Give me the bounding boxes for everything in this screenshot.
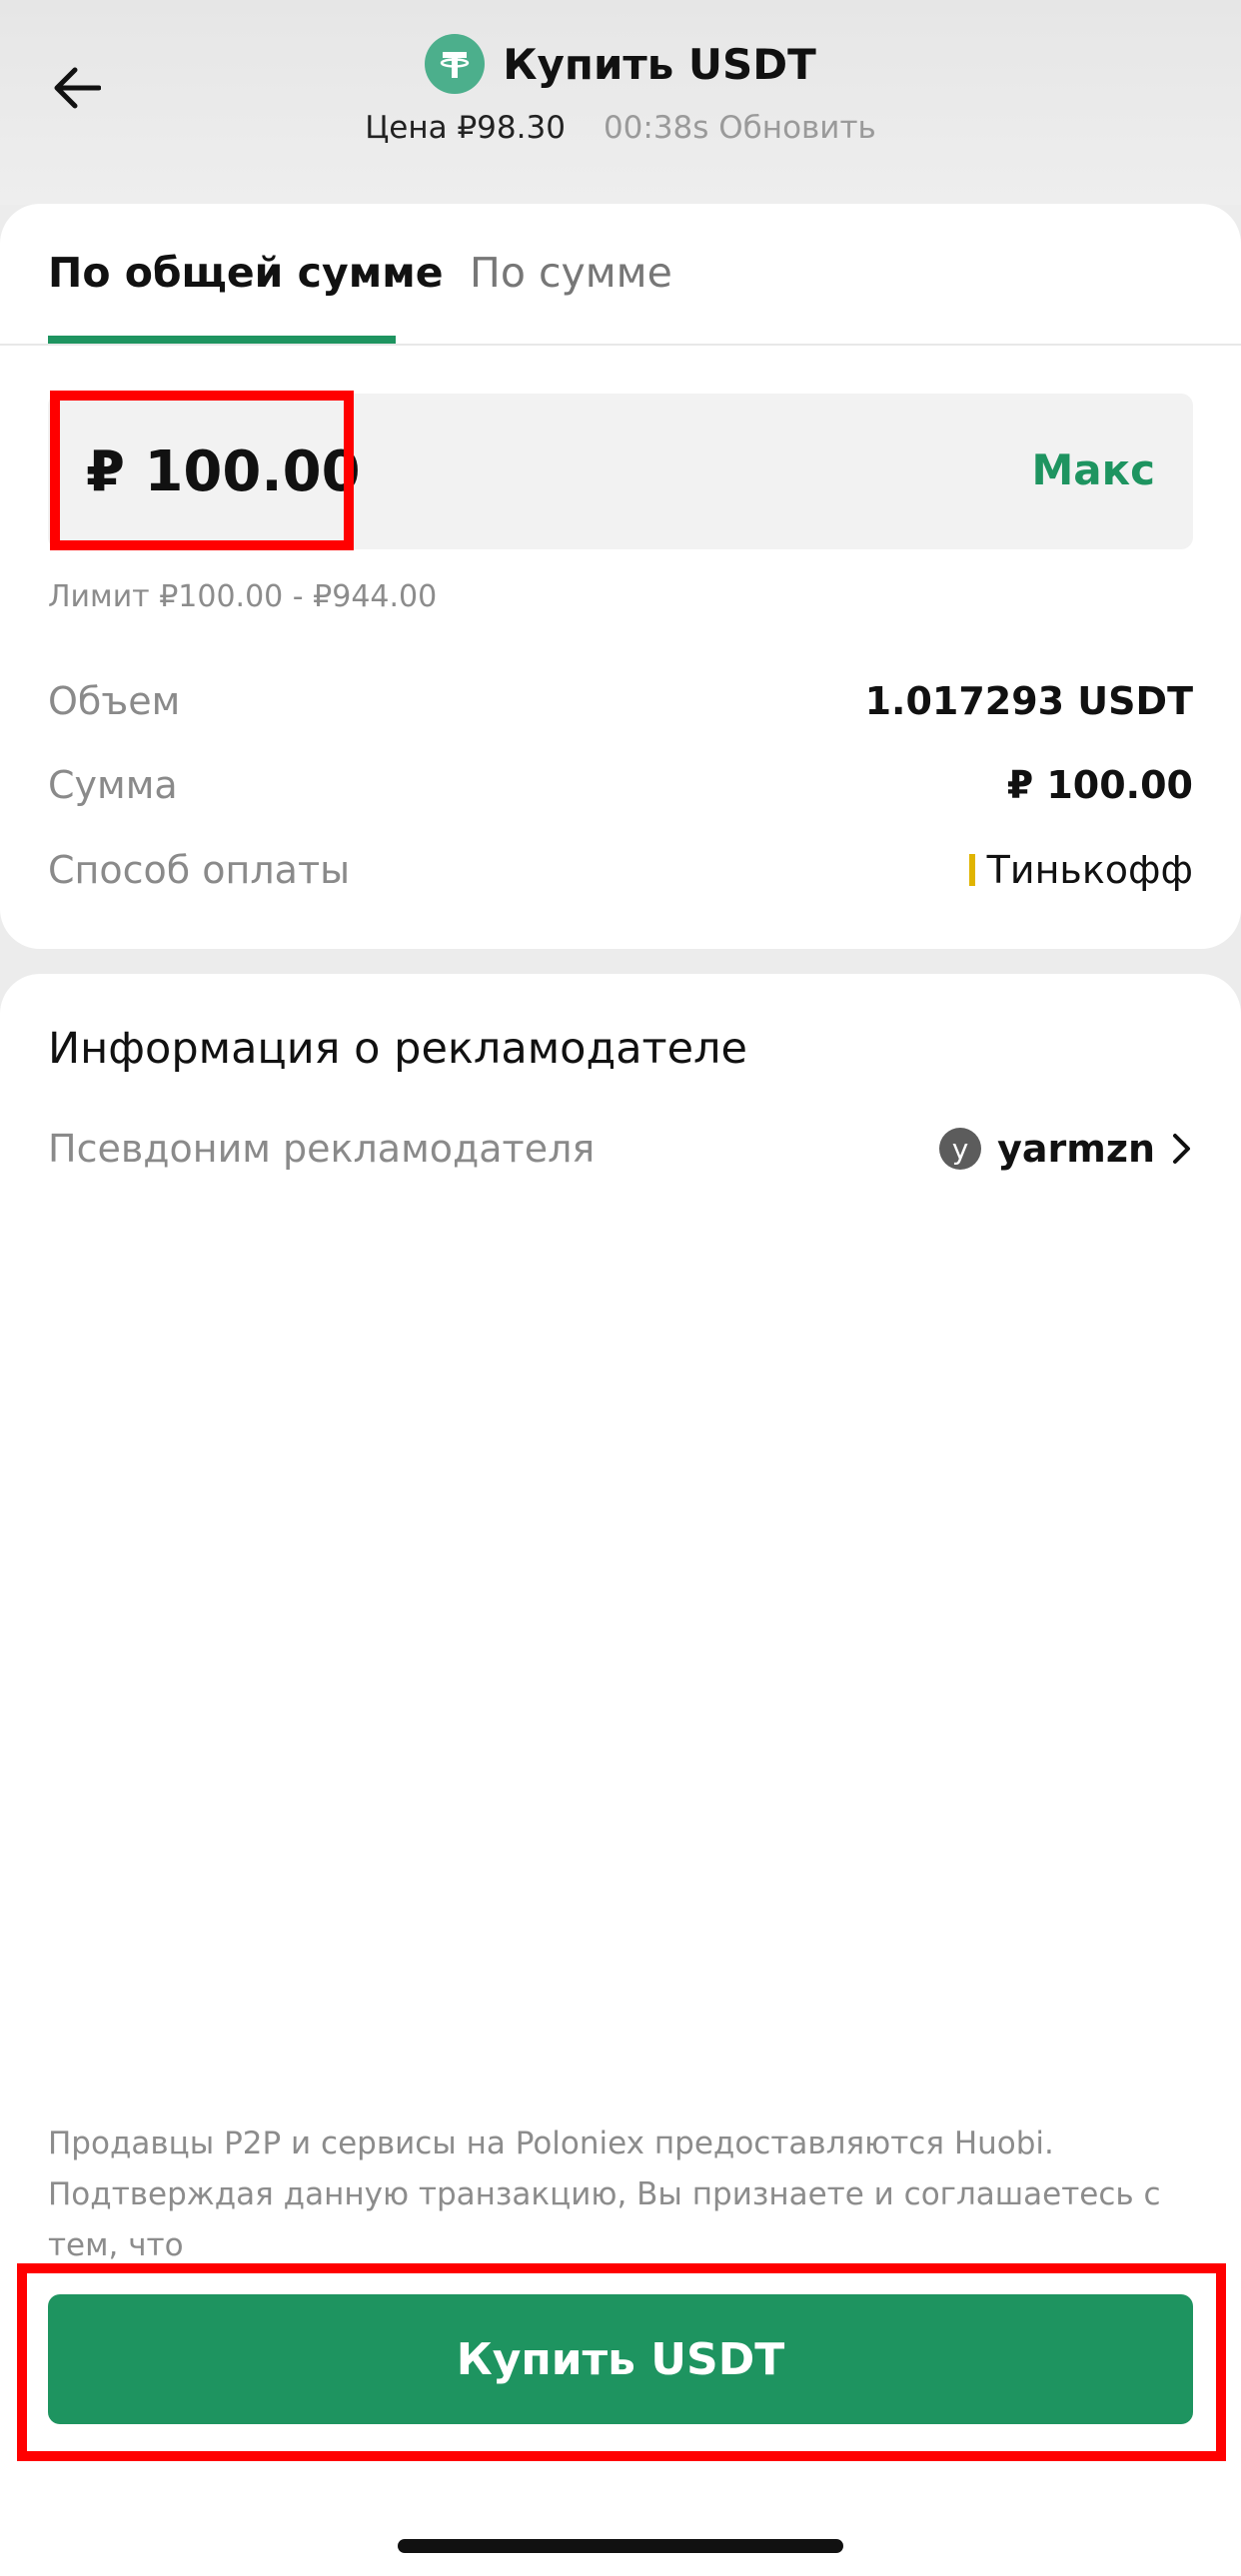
price-row: Цена ₽98.30 00:38s Обновить (0, 110, 1241, 146)
refresh-timer[interactable]: 00:38s Обновить (604, 110, 876, 146)
advertiser-nickname: yarmzn (997, 1127, 1155, 1171)
payment-label: Способ оплаты (48, 848, 351, 892)
payment-method: Тинькофф (968, 848, 1193, 892)
advertiser-section-title: Информация о рекламодателе (48, 1024, 747, 1074)
price-text: Цена ₽98.30 (365, 110, 566, 146)
avatar: y (939, 1128, 982, 1170)
volume-value: 1.017293 USDT (864, 679, 1193, 723)
page-title: Купить USDT (503, 39, 816, 89)
tab-bar: По общей сумме По сумме (0, 204, 1241, 346)
payment-value: Тинькофф (986, 848, 1193, 892)
payment-row: Способ оплаты Тинькофф (48, 848, 1193, 892)
sum-value: ₽ 100.00 (1006, 763, 1193, 807)
advertiser-row[interactable]: Псевдоним рекламодателя y yarmzn (48, 1127, 1193, 1171)
tab-total-amount[interactable]: По общей сумме (48, 249, 444, 297)
advertiser-link[interactable]: y yarmzn (939, 1127, 1193, 1171)
buy-usdt-button[interactable]: Купить USDT (48, 2294, 1193, 2424)
sum-row: Сумма ₽ 100.00 (48, 763, 1193, 807)
nickname-label: Псевдоним рекламодателя (48, 1127, 596, 1171)
title-row: Купить USDT (0, 34, 1241, 94)
volume-row: Объем 1.017293 USDT (48, 679, 1193, 723)
order-card: По общей сумме По сумме ₽ 100.00 Макс Ли… (0, 204, 1241, 949)
home-indicator (398, 2539, 843, 2553)
chevron-right-icon (1173, 1134, 1190, 1164)
volume-label: Объем (48, 679, 181, 723)
max-button[interactable]: Макс (1031, 445, 1155, 494)
usdt-coin-icon (425, 34, 486, 94)
tab-by-amount[interactable]: По сумме (470, 249, 672, 297)
disclaimer-text: Продавцы P2P и сервисы на Poloniex предо… (48, 2126, 1161, 2263)
amount-highlight-box (50, 391, 354, 550)
advertiser-card: Информация о рекламодателе Псевдоним рек… (0, 974, 1241, 2576)
payment-marker-icon (968, 854, 975, 886)
sum-label: Сумма (48, 763, 178, 807)
active-tab-indicator (48, 336, 396, 344)
limit-text: Лимит ₽100.00 - ₽944.00 (48, 579, 438, 614)
header: Купить USDT Цена ₽98.30 00:38s Обновить (0, 0, 1241, 205)
